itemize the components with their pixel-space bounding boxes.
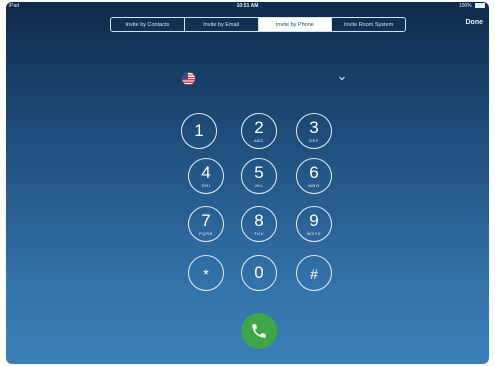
key-9[interactable]: 9 WXYZ <box>296 206 332 242</box>
key-4-letters: GHI <box>201 183 211 188</box>
key-5[interactable]: 5 JKL <box>241 158 277 194</box>
key-6-letters: MNO <box>308 183 320 188</box>
key-9-letters: WXYZ <box>307 231 321 236</box>
key-8-letters: TUV <box>254 231 264 236</box>
done-button[interactable]: Done <box>466 19 484 26</box>
key-2-letters: ABC <box>253 138 265 143</box>
status-bar: iPad 10:51 AM 100% <box>6 2 489 10</box>
battery-percent: 100% <box>458 3 472 9</box>
tab-invite-by-phone[interactable]: Invite by Phone <box>258 18 333 31</box>
key-4[interactable]: 4 GHI <box>188 158 224 194</box>
tab-invite-by-email[interactable]: Invite by Email <box>185 18 259 31</box>
key-6[interactable]: 6 MNO <box>296 158 332 194</box>
key-2[interactable]: 2 ABC <box>241 113 277 149</box>
invite-method-tabs: Invite by Contacts Invite by Email Invit… <box>110 17 406 32</box>
chevron-down-icon[interactable] <box>338 74 346 82</box>
call-button[interactable] <box>241 313 277 349</box>
key-5-digit: 5 <box>254 163 264 182</box>
key-hash[interactable]: # <box>296 255 332 291</box>
key-0[interactable]: 0 <box>241 255 277 291</box>
flag-canton <box>182 72 188 79</box>
key-8[interactable]: 8 TUV <box>241 206 277 242</box>
key-6-digit: 6 <box>309 163 319 182</box>
key-7[interactable]: 7 PQRS <box>188 206 224 242</box>
clock: 10:51 AM <box>236 3 259 9</box>
key-3-digit: 3 <box>309 118 319 137</box>
key-1-digit: 1 <box>194 121 204 140</box>
key-7-digit: 7 <box>201 211 211 230</box>
key-8-digit: 8 <box>254 211 264 230</box>
key-hash-symbol: # <box>310 266 318 282</box>
key-star-symbol: * <box>203 266 209 282</box>
key-5-letters: JKL <box>254 183 264 188</box>
phone-icon <box>252 324 266 338</box>
invite-screen: iPad 10:51 AM 100% Invite by Contacts In… <box>6 2 489 364</box>
key-2-digit: 2 <box>254 118 264 137</box>
battery-indicator: 100% <box>459 2 485 10</box>
battery-icon <box>475 3 485 9</box>
tab-invite-by-contacts[interactable]: Invite by Contacts <box>111 18 185 31</box>
key-4-digit: 4 <box>201 163 211 182</box>
us-flag-icon[interactable] <box>182 72 195 85</box>
key-star[interactable]: * <box>188 255 224 291</box>
key-0-digit: 0 <box>254 263 264 282</box>
tab-invite-room-system[interactable]: Invite Room System <box>332 18 405 31</box>
key-7-letters: PQRS <box>199 231 213 236</box>
key-9-digit: 9 <box>309 211 319 230</box>
key-3[interactable]: 3 DEF <box>296 113 332 149</box>
key-1[interactable]: 1 <box>181 113 217 149</box>
key-3-letters: DEF <box>309 138 319 143</box>
